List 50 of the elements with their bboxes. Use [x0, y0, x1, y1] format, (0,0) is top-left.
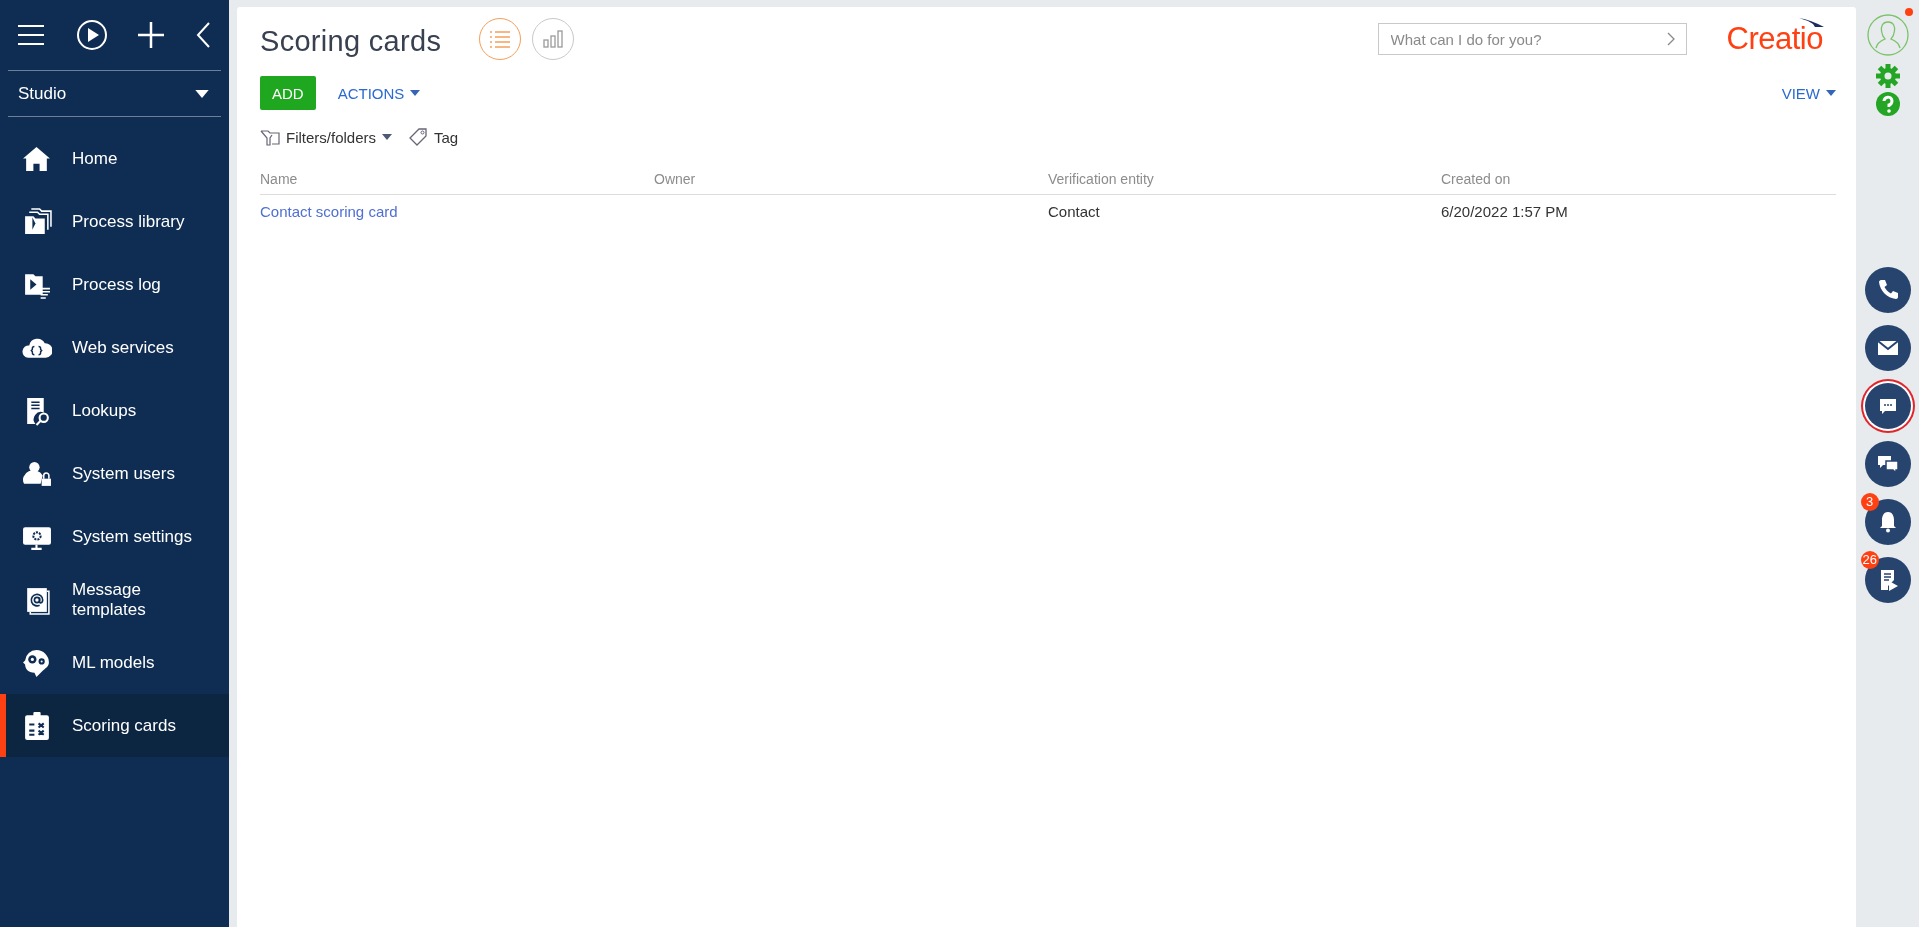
sidebar-item[interactable]: System users: [0, 442, 229, 505]
filters-folders-button[interactable]: Filters/folders: [260, 127, 393, 147]
count-badge: 3: [1860, 493, 1879, 511]
bar-chart-icon: [543, 30, 564, 48]
sidebar-item[interactable]: System settings: [0, 505, 229, 568]
chat-bubbles-button[interactable]: [1864, 441, 1911, 487]
column-header[interactable]: Created on: [1441, 171, 1836, 187]
tag-icon: [408, 127, 429, 147]
logo: Creatio: [1726, 21, 1823, 57]
collapse-chevron-icon[interactable]: [194, 21, 211, 49]
column-header[interactable]: Verification entity: [1048, 171, 1441, 187]
record-link[interactable]: Contact scoring card: [260, 202, 398, 220]
sidebar-item[interactable]: Message templates: [0, 568, 229, 631]
chevron-right-icon: [1666, 32, 1675, 46]
sidebar-item[interactable]: Lookups: [0, 379, 229, 442]
phone-button[interactable]: [1864, 267, 1911, 313]
page-title: Scoring cards: [260, 24, 442, 58]
sidebar-item[interactable]: Scoring cards: [0, 694, 229, 757]
sidebar-item[interactable]: Process log: [0, 253, 229, 316]
caret-icon: [410, 90, 421, 96]
caret-icon: [195, 89, 209, 98]
menu-button[interactable]: [16, 22, 46, 48]
clipboard-grid-icon: [22, 710, 52, 741]
chat-bubble-button[interactable]: [1864, 383, 1911, 429]
workplace-dropdown[interactable]: Studio: [8, 71, 221, 117]
list-icon: [489, 30, 512, 48]
sidebar-item[interactable]: ML models: [0, 631, 229, 694]
sidebar-item[interactable]: Web services: [0, 316, 229, 379]
sidebar-item[interactable]: Home: [0, 127, 229, 190]
caret-icon: [1826, 90, 1836, 96]
view-menu-button[interactable]: VIEW: [1781, 84, 1836, 102]
document-play-button[interactable]: [1864, 557, 1911, 603]
table-cell-text: 6/20/2022 1:57 PM: [1441, 202, 1569, 220]
column-header[interactable]: Name: [260, 171, 654, 187]
bell-button[interactable]: [1864, 499, 1911, 545]
tag-button[interactable]: Tag: [408, 127, 459, 147]
head-gears-icon: [22, 647, 52, 678]
actions-menu-button[interactable]: ACTIONS: [337, 84, 421, 102]
folder-stack-icon: [22, 206, 52, 237]
count-badge: 26: [1860, 551, 1879, 569]
envelope-button[interactable]: [1864, 325, 1911, 371]
command-search-field[interactable]: What can I do for you?: [1377, 23, 1687, 55]
table-cell-text: Contact: [1048, 202, 1101, 220]
settings-icon[interactable]: [1874, 63, 1901, 89]
caret-icon: [382, 134, 393, 140]
help-icon[interactable]: [1874, 91, 1901, 117]
play-circle-icon[interactable]: [75, 19, 108, 51]
plus-icon[interactable]: [137, 21, 166, 49]
sidebar-item[interactable]: Process library: [0, 190, 229, 253]
filter-folder-icon: [260, 127, 280, 147]
